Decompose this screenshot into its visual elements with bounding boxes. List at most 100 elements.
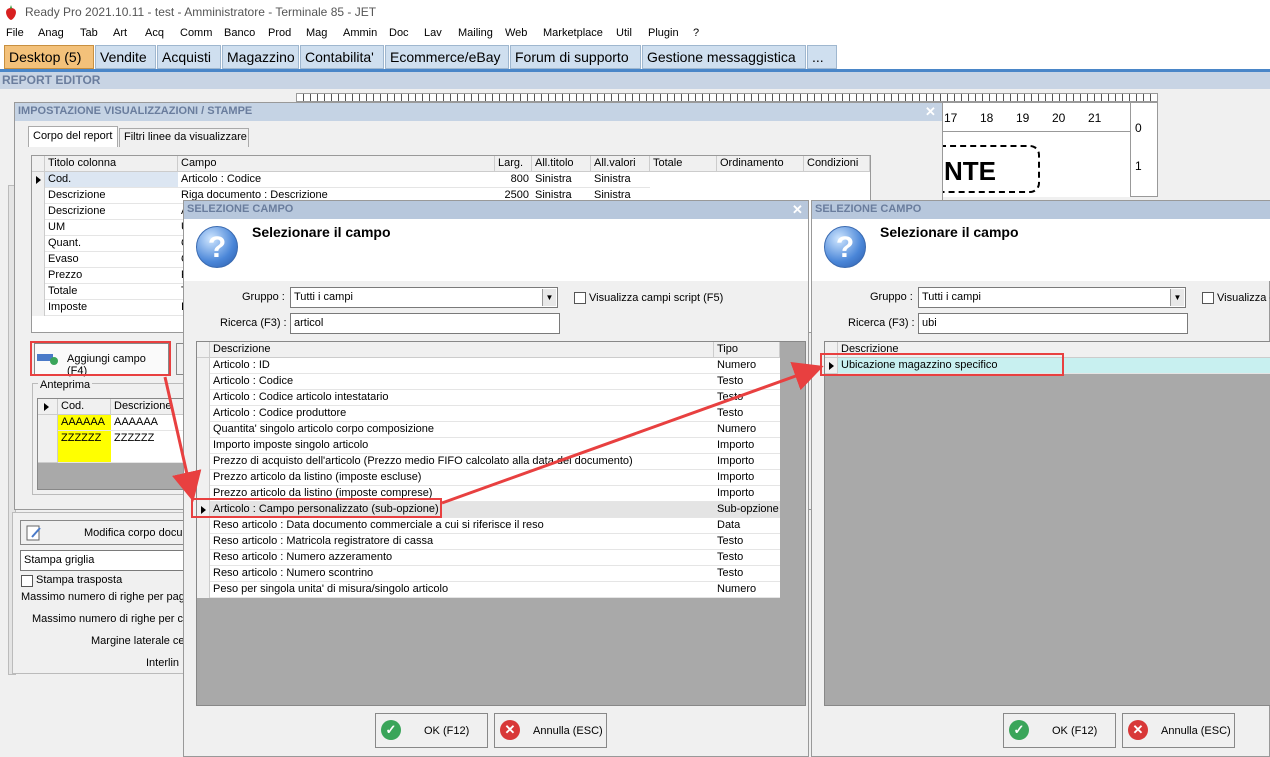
ok-button[interactable]: ✓ OK (F12) — [1003, 713, 1116, 748]
menu-acq[interactable]: Acq — [145, 27, 164, 39]
field-row-type[interactable]: Testo — [714, 566, 780, 582]
script-fields-checkbox[interactable] — [1202, 292, 1214, 304]
field-row-type[interactable]: Testo — [714, 390, 780, 406]
grid-cell[interactable]: Sinistra — [591, 172, 650, 188]
menu-doc[interactable]: Doc — [389, 27, 409, 39]
grid-cell[interactable]: UM — [45, 220, 178, 236]
ruler-tick: 17 — [944, 111, 958, 125]
field-row-type[interactable]: Importo — [714, 438, 780, 454]
menu-util[interactable]: Util — [616, 27, 632, 39]
group-select[interactable]: Tutti i campi — [290, 287, 558, 308]
menu-help[interactable]: ? — [693, 27, 699, 39]
question-icon: ? — [196, 226, 238, 268]
menu-anag[interactable]: Anag — [38, 27, 64, 39]
field-row-type[interactable]: Importo — [714, 486, 780, 502]
field-row-type[interactable]: Testo — [714, 550, 780, 566]
field-row-desc[interactable]: Peso per singola unita' di misura/singol… — [210, 582, 714, 598]
tab-vendite[interactable]: Vendite — [95, 45, 156, 69]
tab-filtri-linee[interactable]: Filtri linee da visualizzare — [119, 128, 249, 147]
ok-button[interactable]: ✓ OK (F12) — [375, 713, 488, 748]
group-select[interactable]: Tutti i campi — [918, 287, 1186, 308]
tab-corpo-report[interactable]: Corpo del report — [28, 126, 118, 147]
field-row-desc[interactable]: Articolo : ID — [210, 358, 714, 374]
grid-cell[interactable]: Evaso — [45, 252, 178, 268]
print-mode-select[interactable]: Stampa griglia — [20, 550, 190, 571]
menu-marketplace[interactable]: Marketplace — [543, 27, 603, 39]
field-row-desc[interactable]: Reso articolo : Matricola registratore d… — [210, 534, 714, 550]
col-header-campo[interactable]: Campo — [178, 156, 495, 172]
edit-body-button[interactable]: Modifica corpo docum — [20, 520, 192, 545]
grid-cell[interactable]: Quant. — [45, 236, 178, 252]
grid-cell[interactable]: Sinistra — [532, 172, 591, 188]
col-header-alltitolo[interactable]: All.titolo — [532, 156, 591, 172]
menu-prod[interactable]: Prod — [268, 27, 291, 39]
field-row-desc[interactable]: Importo imposte singolo articolo — [210, 438, 714, 454]
cancel-button[interactable]: ✕ Annulla (ESC) — [494, 713, 607, 748]
col-header-condizioni[interactable]: Condizioni — [804, 156, 870, 172]
tab-forum[interactable]: Forum di supporto — [510, 45, 641, 69]
menu-web[interactable]: Web — [505, 27, 527, 39]
field-row-type-selected[interactable]: Sub-opzione — [714, 502, 780, 518]
col-header-allvalori[interactable]: All.valori — [591, 156, 650, 172]
field-row-type[interactable]: Numero — [714, 422, 780, 438]
chevron-down-icon[interactable]: ▼ — [542, 289, 556, 306]
search-input[interactable]: articol — [290, 313, 560, 334]
search-input[interactable]: ubi — [918, 313, 1188, 334]
field-row-desc[interactable]: Reso articolo : Numero azzeramento — [210, 550, 714, 566]
grid-cell[interactable]: 800 — [495, 172, 532, 188]
report-label-box[interactable]: NTE — [930, 145, 1040, 193]
field-row-type[interactable]: Importo — [714, 470, 780, 486]
menu-comm[interactable]: Comm — [180, 27, 212, 39]
tab-messaggistica[interactable]: Gestione messaggistica — [642, 45, 806, 69]
field-row-type[interactable]: Testo — [714, 406, 780, 422]
field-row-desc[interactable]: Reso articolo : Numero scontrino — [210, 566, 714, 582]
grid-cell[interactable]: Prezzo — [45, 268, 178, 284]
field-row-type[interactable]: Numero — [714, 358, 780, 374]
tab-ecommerce[interactable]: Ecommerce/eBay — [385, 45, 509, 69]
col-header-totale[interactable]: Totale — [650, 156, 717, 172]
menu-banco[interactable]: Banco — [224, 27, 255, 39]
field-row-desc[interactable]: Articolo : Codice produttore — [210, 406, 714, 422]
field-row-type[interactable]: Numero — [714, 582, 780, 598]
grid-cell[interactable]: Imposte — [45, 300, 178, 316]
grid-cell[interactable]: Descrizione — [45, 204, 178, 220]
menu-tab[interactable]: Tab — [80, 27, 98, 39]
script-fields-checkbox[interactable] — [574, 292, 586, 304]
tab-contabilita[interactable]: Contabilita' — [300, 45, 384, 69]
tab-more[interactable]: ... — [807, 45, 837, 69]
col-header-larg[interactable]: Larg. — [495, 156, 532, 172]
field-row-desc[interactable]: Articolo : Codice articolo intestatario — [210, 390, 714, 406]
menu-art[interactable]: Art — [113, 27, 127, 39]
field-row-desc[interactable]: Prezzo articolo da listino (imposte escl… — [210, 470, 714, 486]
field-row-type[interactable]: Data — [714, 518, 780, 534]
menu-lav[interactable]: Lav — [424, 27, 442, 39]
grid-cell[interactable]: Cod. — [45, 172, 178, 188]
menu-mag[interactable]: Mag — [306, 27, 327, 39]
chevron-down-icon[interactable]: ▼ — [1170, 289, 1184, 306]
tab-desktop[interactable]: Desktop (5) — [4, 45, 94, 69]
col-header-descrizione[interactable]: Descrizione — [210, 342, 714, 358]
field-row-type[interactable]: Importo — [714, 454, 780, 470]
col-header-tipo[interactable]: Tipo — [714, 342, 780, 358]
field-row-desc[interactable]: Prezzo di acquisto dell'articolo (Prezzo… — [210, 454, 714, 470]
col-header-ordinamento[interactable]: Ordinamento — [717, 156, 804, 172]
tab-acquisti[interactable]: Acquisti — [157, 45, 221, 69]
cancel-button[interactable]: ✕ Annulla (ESC) — [1122, 713, 1235, 748]
field-row-desc[interactable]: Reso articolo : Data documento commercia… — [210, 518, 714, 534]
menu-ammin[interactable]: Ammin — [343, 27, 377, 39]
close-icon[interactable]: ✕ — [792, 202, 803, 218]
grid-cell[interactable]: Descrizione — [45, 188, 178, 204]
field-row-desc[interactable]: Quantita' singolo articolo corpo composi… — [210, 422, 714, 438]
field-row-type[interactable]: Testo — [714, 374, 780, 390]
menu-file[interactable]: File — [6, 27, 24, 39]
grid-cell[interactable]: Articolo : Codice — [178, 172, 495, 188]
menu-plugin[interactable]: Plugin — [648, 27, 679, 39]
grid-cell[interactable]: Totale — [45, 284, 178, 300]
tab-magazzino[interactable]: Magazzino — [222, 45, 299, 69]
col-header-titolo[interactable]: Titolo colonna — [45, 156, 178, 172]
transposed-checkbox[interactable] — [21, 575, 33, 587]
field-row-desc[interactable]: Articolo : Codice — [210, 374, 714, 390]
close-icon[interactable]: ✕ — [925, 104, 936, 120]
menu-mailing[interactable]: Mailing — [458, 27, 493, 39]
field-row-type[interactable]: Testo — [714, 534, 780, 550]
